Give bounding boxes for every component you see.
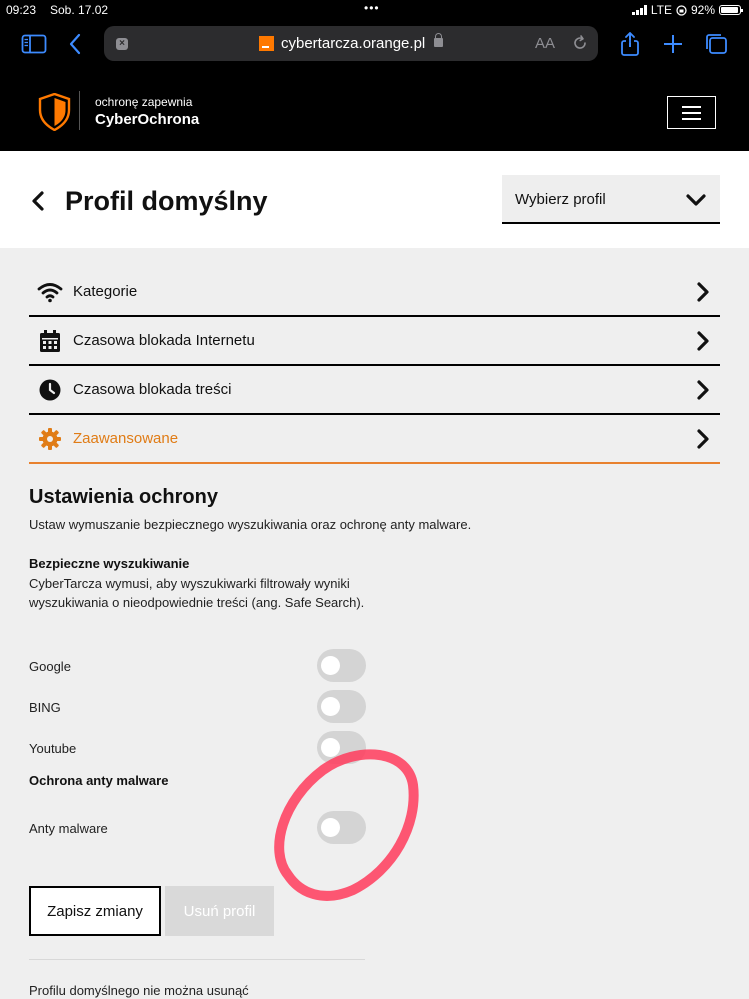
page-title: Profil domyślny — [65, 186, 268, 216]
menu-item-label: Zaawansowane — [73, 430, 179, 447]
calendar-icon — [40, 330, 60, 352]
reader-settings-button[interactable]: AA — [535, 35, 555, 52]
header-tagline: ochronę zapewnia — [95, 95, 193, 109]
hamburger-line — [682, 106, 701, 108]
chevron-right-icon — [697, 429, 709, 449]
save-changes-button[interactable]: Zapisz zmiany — [29, 886, 161, 936]
chevron-right-icon — [697, 331, 709, 351]
menu-item-label: Czasowa blokada treści — [73, 381, 232, 398]
bing-toggle-label: BING — [29, 700, 61, 715]
divider — [29, 959, 365, 960]
youtube-toggle-label: Youtube — [29, 741, 77, 756]
google-toggle-label: Google — [29, 659, 71, 674]
new-tab-icon[interactable] — [660, 32, 686, 56]
bing-toggle[interactable] — [317, 690, 366, 723]
header-divider — [79, 91, 80, 130]
status-date: Sob. 17.02 — [50, 3, 109, 17]
default-profile-note: Profilu domyślnego nie można usunąć — [29, 983, 249, 998]
status-bar: 09:23 Sob. 17.02 ••• LTE 92% — [0, 0, 749, 20]
hamburger-menu-button[interactable] — [667, 96, 716, 129]
status-indicators: LTE 92% — [631, 3, 743, 17]
profile-select[interactable]: Wybierz profil — [502, 175, 720, 224]
malware-title: Ochrona anty malware — [29, 773, 169, 788]
status-time: 09:23 — [6, 3, 37, 17]
clock-icon — [39, 379, 61, 401]
sidebar-icon[interactable] — [21, 32, 47, 56]
safe-search-description: CyberTarcza wymusi, aby wyszukiwarki fil… — [29, 576, 365, 610]
hamburger-line — [682, 112, 701, 114]
gear-icon — [39, 428, 61, 450]
settings-menu: Kategorie Czasowa blokada Internetu Czas… — [29, 268, 720, 464]
battery-icon — [719, 5, 743, 15]
header-brand: CyberOchrona — [95, 111, 200, 128]
delete-profile-button[interactable]: Usuń profil — [165, 886, 274, 936]
anty-malware-toggle-label: Anty malware — [29, 821, 108, 836]
menu-item-kategorie[interactable]: Kategorie — [29, 268, 720, 317]
chevron-right-icon — [697, 380, 709, 400]
wifi-icon — [37, 283, 63, 303]
lock-icon — [434, 33, 443, 47]
share-icon[interactable] — [617, 32, 643, 56]
multitasking-dots-icon[interactable]: ••• — [364, 1, 380, 15]
site-header: ochronę zapewnia CyberOchrona — [0, 69, 749, 151]
settings-title: Ustawienia ochrony — [29, 486, 218, 508]
orientation-lock-icon — [676, 4, 687, 16]
close-tab-icon[interactable]: × — [116, 38, 128, 50]
settings-description: Ustaw wymuszanie bezpiecznego wyszukiwan… — [29, 517, 472, 532]
hamburger-line — [682, 118, 701, 120]
cyberochrona-shield-logo[interactable] — [38, 93, 71, 131]
google-toggle[interactable] — [317, 649, 366, 682]
network-type: LTE — [650, 3, 672, 17]
tabs-overview-icon[interactable] — [703, 32, 729, 56]
browser-toolbar: × cybertarcza.orange.pl AA — [0, 20, 749, 69]
menu-item-czasowa-blokada-tresci[interactable]: Czasowa blokada treści — [29, 366, 720, 415]
profile-select-label: Wybierz profil — [515, 191, 606, 208]
menu-item-zaawansowane[interactable]: Zaawansowane — [29, 415, 720, 464]
address-bar[interactable]: × cybertarcza.orange.pl AA — [104, 26, 598, 61]
url-text[interactable]: cybertarcza.orange.pl — [281, 35, 425, 52]
menu-item-label: Czasowa blokada Internetu — [73, 332, 255, 349]
cellular-signal-icon — [631, 5, 647, 15]
chevron-down-icon — [686, 194, 706, 206]
menu-item-label: Kategorie — [73, 283, 138, 300]
battery-percent: 92% — [690, 3, 715, 17]
back-icon[interactable] — [64, 32, 90, 56]
orange-favicon-icon — [259, 36, 274, 51]
profile-title-area: Profil domyślny Wybierz profil — [0, 151, 749, 248]
menu-item-czasowa-blokada-internetu[interactable]: Czasowa blokada Internetu — [29, 317, 720, 366]
back-chevron-icon[interactable] — [30, 191, 46, 211]
chevron-right-icon — [697, 282, 709, 302]
annotation-circle — [274, 749, 419, 901]
reload-icon[interactable] — [571, 34, 589, 52]
safe-search-title: Bezpieczne wyszukiwanie — [29, 556, 190, 571]
